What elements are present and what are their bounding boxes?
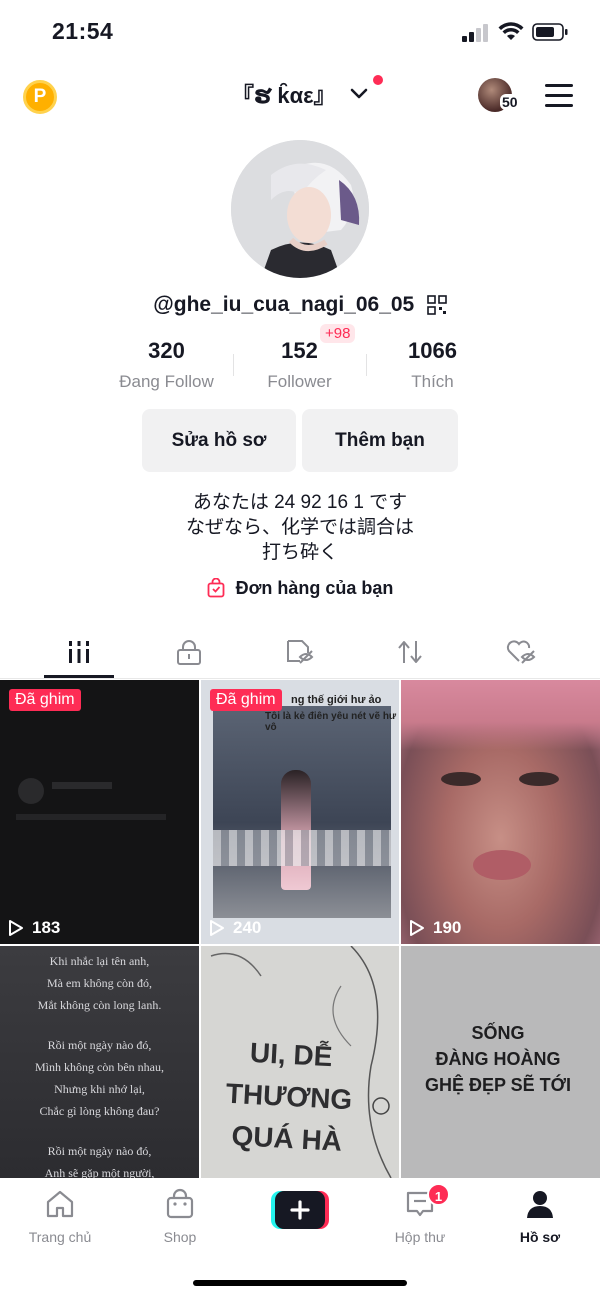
content-tabs: [0, 625, 600, 679]
chevron-down-icon: [350, 88, 368, 99]
signal-icon: [462, 24, 490, 42]
profile-header: P 『ຮ k̑αε』 50: [0, 64, 600, 128]
liked-hidden-icon: [506, 640, 536, 664]
video-tile[interactable]: SỐNG ĐÀNG HOÀNG GHỆ ĐẸP SẼ TỚI: [401, 946, 600, 1178]
avatar-image: [231, 140, 369, 278]
thumbnail-hair: [401, 680, 600, 750]
video-tile[interactable]: 190: [401, 680, 600, 944]
play-icon: [9, 920, 23, 936]
overlay-text: Tôi là kẻ điên yêu nét vẽ hư vô: [265, 711, 397, 733]
thumbnail-eye: [441, 772, 481, 786]
lock-icon: [177, 640, 201, 665]
pinned-badge: Đã ghim: [210, 689, 282, 711]
new-followers-badge: +98: [320, 324, 356, 343]
inbox-badge: 1: [427, 1183, 450, 1206]
tab-tagged[interactable]: [245, 625, 355, 679]
profile-icon: [527, 1191, 553, 1218]
notification-dot: [373, 75, 383, 85]
home-indicator: [193, 1280, 407, 1286]
profile-stats: 320 Đang Follow 152 Follower +98 1066 Th…: [100, 324, 500, 398]
repost-icon: [398, 641, 422, 663]
shop-icon: [166, 1188, 194, 1219]
video-tile[interactable]: Đã ghim 183: [0, 680, 199, 944]
bio: あなたは 24 92 16 1 です なぜなら、化学では調合は 打ち砕く: [185, 492, 414, 563]
nav-profile[interactable]: Hồ sơ: [480, 1188, 600, 1245]
nav-home[interactable]: Trang chủ: [0, 1188, 120, 1245]
thumbnail-railing: [213, 830, 391, 866]
follower-stat[interactable]: 152 Follower: [233, 338, 366, 392]
thumbnail-eye: [519, 772, 559, 786]
status-time: 21:54: [52, 18, 114, 44]
battery-icon: [532, 23, 568, 41]
nickname: 『ຮ k̑αε』: [231, 83, 336, 108]
thumbnail-decoration: [16, 814, 166, 820]
qr-code-icon[interactable]: [426, 295, 447, 315]
video-tile[interactable]: Khi nhắc lại tên anh, Mà em không còn đó…: [0, 946, 199, 1178]
thumbnail-decoration: [52, 782, 112, 789]
thumbnail-mouth: [473, 850, 531, 880]
avatar-count: 50: [500, 94, 520, 110]
overlay-text: UI, DỄ THƯƠNG QUÁ HÀ: [225, 1036, 353, 1157]
tag-hidden-icon: [287, 640, 314, 664]
following-stat[interactable]: 320 Đang Follow: [100, 338, 233, 392]
poem-text: Khi nhắc lại tên anh, Mà em không còn đó…: [35, 954, 164, 1178]
pinned-badge: Đã ghim: [9, 689, 81, 711]
videos-icon: [69, 641, 89, 663]
overlay-text: ng thế giới hư ảo: [291, 694, 382, 706]
thumbnail-decoration: [18, 778, 44, 804]
tab-liked[interactable]: [466, 625, 576, 679]
video-tile[interactable]: ng thế giới hư ảo Tôi là kẻ điên yêu nét…: [201, 680, 399, 944]
nav-inbox[interactable]: Hộp thư: [360, 1188, 480, 1245]
view-count: 190: [409, 918, 461, 938]
create-button[interactable]: [271, 1191, 329, 1229]
tab-private[interactable]: [134, 625, 244, 679]
overlay-text: SỐNG ĐÀNG HOÀNG GHỆ ĐẸP SẼ TỚI: [424, 1023, 572, 1095]
video-tile[interactable]: UI, DỄ THƯƠNG QUÁ HÀ: [201, 946, 399, 1178]
home-icon: [46, 1190, 74, 1218]
play-icon: [210, 920, 224, 936]
view-count: 183: [8, 918, 60, 938]
add-friend-button[interactable]: Thêm bạn: [302, 409, 458, 472]
likes-stat[interactable]: 1066 Thích: [366, 338, 499, 392]
nav-shop[interactable]: Shop: [120, 1188, 240, 1245]
username: @ghe_iu_cua_nagi_06_05: [153, 293, 415, 316]
play-icon: [410, 920, 424, 936]
edit-profile-button[interactable]: Sửa hồ sơ: [142, 409, 296, 472]
status-bar: 21:54: [0, 0, 600, 64]
tab-reposts[interactable]: [355, 625, 465, 679]
view-count: 240: [209, 918, 261, 938]
profile-avatar[interactable]: [231, 140, 369, 278]
account-switcher[interactable]: 『ຮ k̑αε』: [231, 75, 383, 110]
shopping-bag-icon: [207, 578, 224, 598]
menu-icon[interactable]: [545, 84, 573, 108]
active-tab-indicator: [44, 675, 114, 678]
tab-videos[interactable]: [24, 625, 134, 679]
wifi-icon: [498, 22, 524, 40]
orders-link[interactable]: Đơn hàng của bạn: [0, 577, 600, 599]
